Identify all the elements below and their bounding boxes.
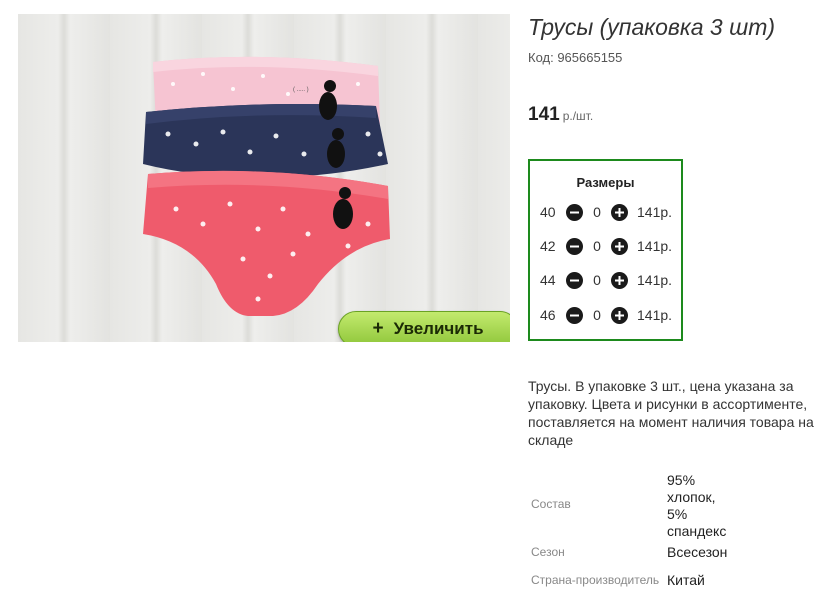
sizes-panel: Размеры 40 0 141р. 42 0 141р. 44 0 141р.… <box>528 159 683 341</box>
product-price: 141 р./шт. <box>528 104 593 126</box>
minus-icon[interactable] <box>566 237 583 255</box>
spec-label-composition: Состав <box>531 497 571 511</box>
price-amount: 141 <box>528 104 560 125</box>
product-image[interactable]: ( ..... ) + Увеличить <box>18 14 510 342</box>
size-row: 44 0 141р. <box>540 270 672 290</box>
quantity-value[interactable]: 0 <box>583 204 611 220</box>
plus-icon: + <box>372 318 384 339</box>
price-unit: р./шт. <box>562 109 594 123</box>
minus-icon[interactable] <box>566 271 583 289</box>
plus-icon[interactable] <box>611 237 628 255</box>
size-value: 46 <box>540 307 556 323</box>
plus-icon[interactable] <box>611 306 628 324</box>
minus-icon[interactable] <box>566 203 583 221</box>
product-title: Трусы (упаковка 3 шт) <box>528 14 776 40</box>
size-value: 40 <box>540 204 556 220</box>
size-price: 141р. <box>637 204 673 220</box>
product-description: Трусы. В упаковке 3 шт., цена указана за… <box>528 378 814 448</box>
underwear-illustration: ( ..... ) <box>143 56 390 316</box>
plus-icon[interactable] <box>611 271 628 289</box>
quantity-value[interactable]: 0 <box>583 238 611 254</box>
size-row: 40 0 141р. <box>540 202 672 222</box>
size-value: 44 <box>540 272 556 288</box>
zoom-button-label: Увеличить <box>393 319 484 338</box>
spec-value-country: Китай <box>667 572 705 588</box>
quantity-value[interactable]: 0 <box>583 272 611 288</box>
spec-value-composition: 95% хлопок, 5% спандекс <box>667 472 727 539</box>
sizes-title: Размеры <box>576 175 635 190</box>
quantity-value[interactable]: 0 <box>583 307 611 323</box>
spec-label-season: Сезон <box>531 545 565 559</box>
zoom-button[interactable]: + Увеличить <box>338 311 510 342</box>
size-price: 141р. <box>637 272 673 288</box>
product-code: Код: 965665155 <box>528 50 623 65</box>
spec-label-country: Страна-производитель <box>531 573 660 587</box>
size-value: 42 <box>540 238 556 254</box>
size-price: 141р. <box>637 238 673 254</box>
size-row: 46 0 141р. <box>540 305 672 325</box>
plus-icon[interactable] <box>611 203 628 221</box>
image-lettering: ( ..... ) <box>293 87 309 93</box>
spec-value-season: Всесезон <box>667 544 728 560</box>
size-price: 141р. <box>637 307 673 323</box>
size-row: 42 0 141р. <box>540 236 672 256</box>
minus-icon[interactable] <box>566 306 583 324</box>
